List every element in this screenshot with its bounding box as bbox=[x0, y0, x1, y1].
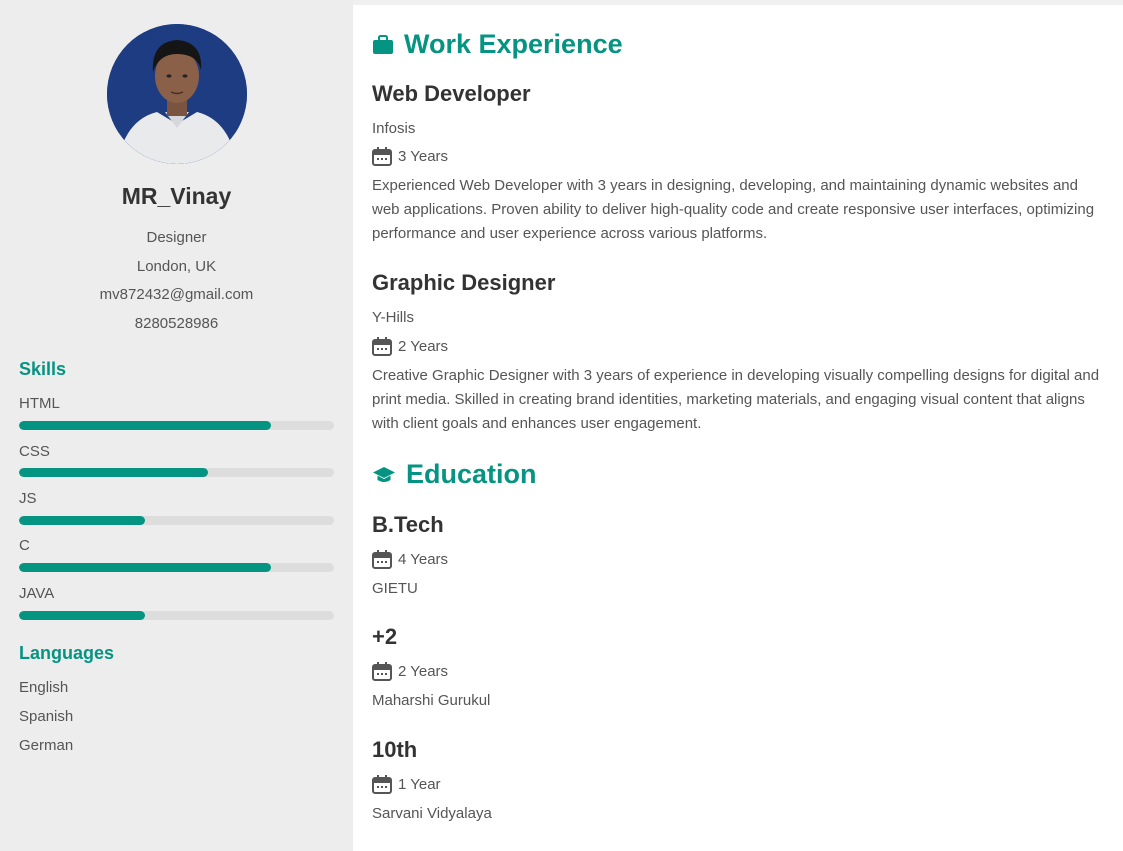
skill-bar bbox=[19, 421, 334, 430]
skill-label: C bbox=[19, 537, 30, 554]
job-company: Y-Hills bbox=[372, 309, 414, 326]
school-name: GIETU bbox=[372, 580, 418, 597]
profile-photo bbox=[107, 24, 247, 164]
skill-bar-fill bbox=[19, 611, 145, 620]
skill-bar bbox=[19, 563, 334, 572]
graduation-cap-icon bbox=[373, 466, 395, 482]
skills-heading: Skills bbox=[19, 359, 67, 379]
calendar-icon bbox=[372, 775, 392, 794]
work-experience-heading: Work Experience bbox=[372, 29, 623, 60]
skill-bar-fill bbox=[19, 421, 271, 430]
degree-duration: 1 Year bbox=[372, 775, 441, 794]
language-item: Spanish bbox=[19, 708, 74, 725]
degree-duration-text: 4 Years bbox=[398, 551, 449, 568]
skill-label: JAVA bbox=[19, 585, 55, 602]
skill-label: HTML bbox=[19, 395, 60, 412]
language-item: German bbox=[19, 737, 74, 754]
degree-duration-text: 2 Years bbox=[398, 663, 449, 680]
job-duration-text: 2 Years bbox=[398, 338, 449, 355]
language-item: English bbox=[19, 679, 69, 696]
skill-label: CSS bbox=[19, 443, 50, 460]
work-experience-title: Work Experience bbox=[404, 29, 623, 59]
skill-label: JS bbox=[19, 490, 37, 507]
job-title: Graphic Designer bbox=[372, 270, 556, 295]
profile-phone: 8280528986 bbox=[134, 315, 219, 332]
job-duration-text: 3 Years bbox=[398, 148, 449, 165]
resume-main: Work Experience Web Developer Infosis 3 … bbox=[353, 5, 1123, 851]
degree-duration: 4 Years bbox=[372, 550, 448, 569]
calendar-icon bbox=[372, 550, 392, 569]
skill-bar-fill bbox=[19, 468, 208, 477]
degree-title: B.Tech bbox=[372, 512, 444, 537]
calendar-icon bbox=[372, 337, 392, 356]
school-name: Sarvani Vidyalaya bbox=[372, 805, 492, 822]
profile-role: Designer bbox=[146, 229, 207, 246]
job-title: Web Developer bbox=[372, 81, 531, 106]
briefcase-icon bbox=[373, 34, 393, 54]
skill-bar bbox=[19, 611, 334, 620]
degree-duration: 2 Years bbox=[372, 662, 448, 681]
calendar-icon bbox=[372, 662, 392, 681]
skill-bar bbox=[19, 516, 334, 525]
job-description: Creative Graphic Designer with 3 years o… bbox=[372, 367, 1100, 432]
job-duration: 3 Years bbox=[372, 147, 448, 166]
profile-location: London, UK bbox=[136, 258, 217, 275]
avatar bbox=[107, 24, 247, 164]
school-name: Maharshi Gurukul bbox=[372, 692, 491, 709]
degree-title: +2 bbox=[372, 624, 398, 649]
languages-heading: Languages bbox=[19, 643, 115, 663]
profile-email[interactable]: mv872432@gmail.com bbox=[0, 286, 353, 303]
job-duration: 2 Years bbox=[372, 337, 448, 356]
job-company: Infosis bbox=[372, 120, 416, 137]
degree-duration-text: 1 Year bbox=[398, 776, 441, 793]
education-title: Education bbox=[406, 459, 537, 489]
profile-name: MR_Vinay bbox=[121, 183, 232, 209]
education-heading: Education bbox=[372, 459, 537, 490]
calendar-icon bbox=[372, 147, 392, 166]
skill-bar-fill bbox=[19, 516, 145, 525]
profile-sidebar: MR_Vinay Designer London, UK mv872432@gm… bbox=[0, 0, 353, 851]
degree-title: 10th bbox=[372, 737, 418, 762]
job-description: Experienced Web Developer with 3 years i… bbox=[372, 177, 1095, 242]
skill-bar bbox=[19, 468, 334, 477]
skill-bar-fill bbox=[19, 563, 271, 572]
